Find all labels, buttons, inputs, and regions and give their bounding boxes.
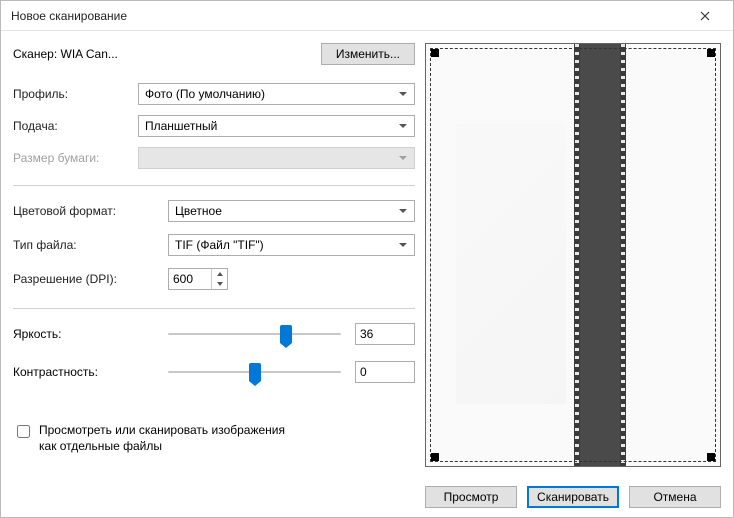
paper-size-label: Размер бумаги: (13, 151, 138, 165)
brightness-slider[interactable] (168, 324, 341, 344)
client-area: Сканер: WIA Can... Изменить... Профиль: … (1, 31, 733, 477)
titlebar: Новое сканирование (1, 1, 733, 31)
dpi-down[interactable] (212, 279, 227, 289)
contrast-slider[interactable] (168, 362, 341, 382)
chevron-down-icon (396, 207, 410, 215)
contrast-label: Контрастность: (13, 365, 168, 379)
separate-files-label: Просмотреть или сканировать изображения … (39, 423, 299, 454)
brightness-value[interactable]: 36 (355, 323, 415, 345)
dpi-up[interactable] (212, 269, 227, 279)
contrast-value[interactable]: 0 (355, 361, 415, 383)
source-label: Подача: (13, 119, 138, 133)
preview-panel (425, 43, 721, 467)
dpi-stepper[interactable]: 600 (168, 268, 228, 290)
close-icon (700, 11, 710, 21)
separator (13, 185, 415, 186)
brightness-thumb[interactable] (280, 325, 292, 343)
crop-handle-br[interactable] (707, 453, 715, 461)
profile-label: Профиль: (13, 87, 138, 101)
paper-size-select (138, 147, 415, 169)
color-format-label: Цветовой формат: (13, 204, 168, 218)
chevron-down-icon (396, 241, 410, 249)
crop-handle-tr[interactable] (707, 49, 715, 57)
chevron-down-icon (396, 122, 410, 130)
source-select[interactable]: Планшетный (138, 115, 415, 137)
separator (13, 308, 415, 309)
settings-panel: Сканер: WIA Can... Изменить... Профиль: … (13, 43, 415, 467)
cancel-button[interactable]: Отмена (629, 486, 721, 508)
color-format-select[interactable]: Цветное (168, 200, 415, 222)
chevron-down-icon (396, 90, 410, 98)
window-title: Новое сканирование (11, 9, 685, 23)
chevron-down-icon (396, 154, 410, 162)
file-type-select[interactable]: TIF (Файл "TIF") (168, 234, 415, 256)
separate-files-checkbox[interactable] (17, 425, 30, 438)
close-button[interactable] (685, 1, 725, 30)
preview-area[interactable] (425, 43, 721, 467)
change-scanner-button[interactable]: Изменить... (321, 43, 415, 65)
preview-button[interactable]: Просмотр (425, 486, 517, 508)
contrast-thumb[interactable] (249, 363, 261, 381)
scan-dialog: Новое сканирование Сканер: WIA Can... Из… (0, 0, 734, 518)
dpi-label: Разрешение (DPI): (13, 272, 168, 286)
crop-handle-bl[interactable] (431, 453, 439, 461)
brightness-label: Яркость: (13, 327, 168, 341)
footer: Просмотр Сканировать Отмена (1, 477, 733, 517)
profile-select[interactable]: Фото (По умолчанию) (138, 83, 415, 105)
scanner-label: Сканер: WIA Can... (13, 47, 321, 61)
crop-handle-tl[interactable] (431, 49, 439, 57)
file-type-label: Тип файла: (13, 238, 168, 252)
scan-button[interactable]: Сканировать (527, 486, 619, 508)
crop-marquee[interactable] (430, 48, 716, 462)
